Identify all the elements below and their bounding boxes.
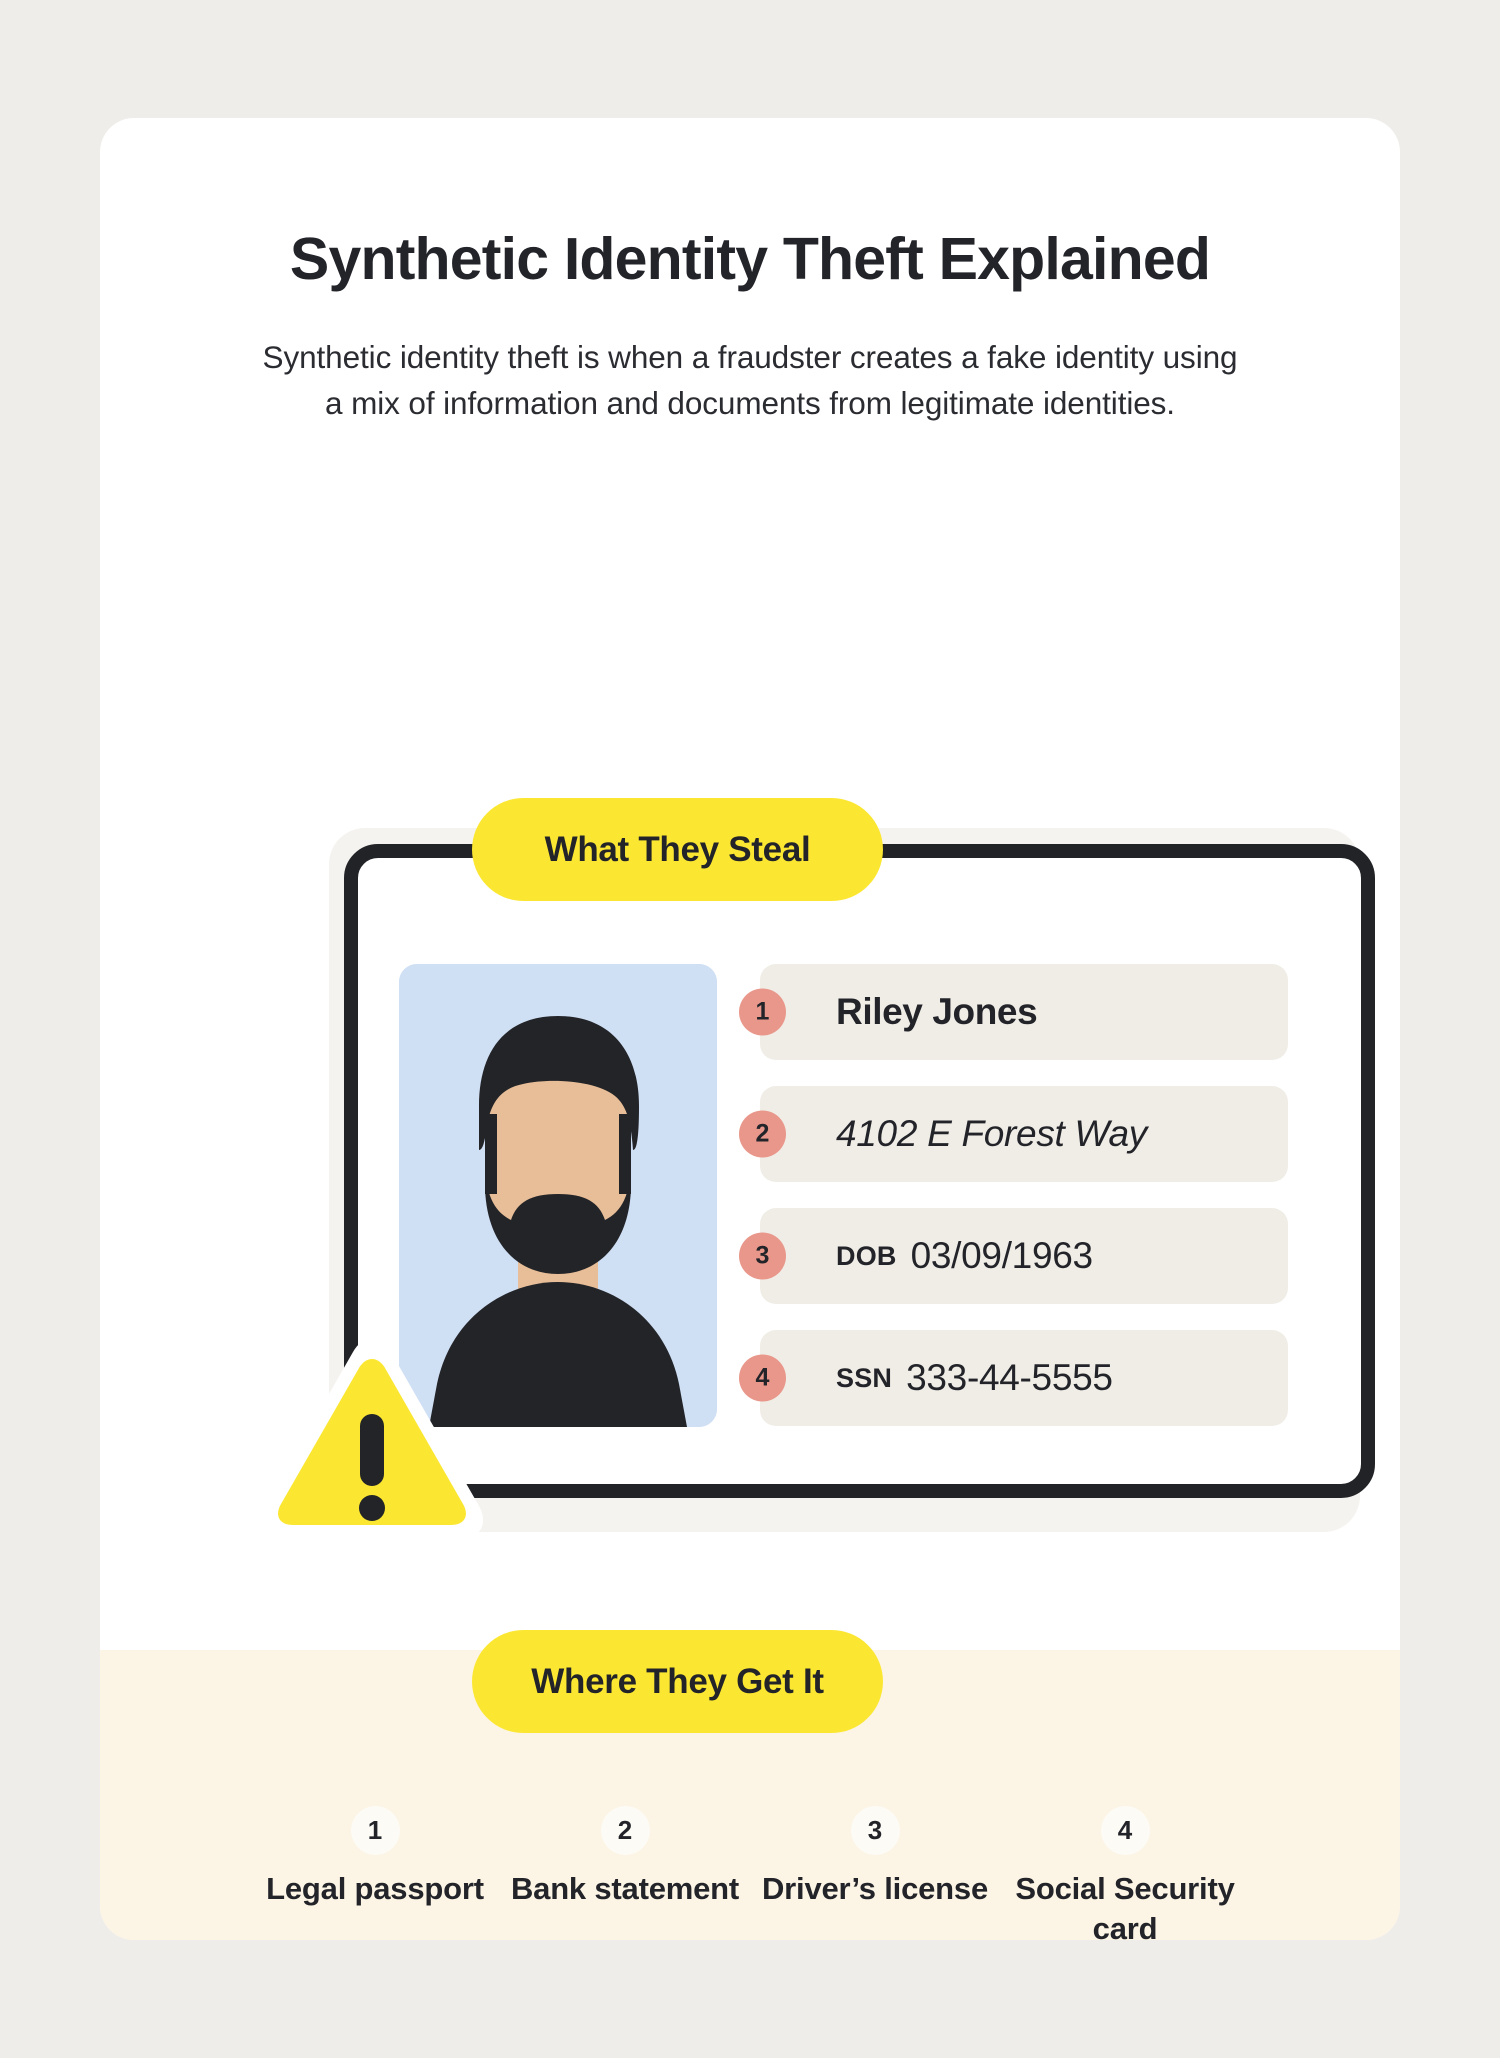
infographic-page: Synthetic Identity Theft Explained Synth… (0, 0, 1500, 2058)
warning-triangle-icon (260, 1336, 484, 1541)
list-item: 1 Legal passport (250, 1806, 500, 1940)
row-number-badge: 3 (739, 1232, 786, 1280)
source-label: Driver’s license (761, 1871, 988, 1906)
what-they-steal-badge: What They Steal (472, 798, 883, 901)
source-number-badge: 4 (1100, 1806, 1150, 1855)
content-card: Synthetic Identity Theft Explained Synth… (100, 118, 1400, 1940)
row-dob-value: 03/09/1963 (910, 1235, 1093, 1276)
row-ssn-value: 333-44-5555 (906, 1357, 1113, 1398)
row-name-value: Riley Jones (836, 991, 1038, 1032)
source-label: Legal passport (266, 1871, 484, 1906)
source-label: Social Security card (1015, 1871, 1235, 1940)
table-row: 3 DOB 03/09/1963 (739, 1208, 1288, 1304)
sources-grid: 1 Legal passport 2 Bank statement 3 Driv… (100, 1806, 1400, 1940)
table-row: 2 4102 E Forest Way (739, 1086, 1288, 1182)
source-label: Bank statement (510, 1871, 740, 1906)
list-item: 4 Social Security card (1000, 1806, 1250, 1940)
table-row: 1 Riley Jones (739, 964, 1288, 1060)
row-ssn-label: SSN (836, 1362, 893, 1393)
list-item: 3 Driver’s license (750, 1806, 1000, 1940)
header: Synthetic Identity Theft Explained Synth… (100, 226, 1400, 427)
source-number-badge: 3 (850, 1806, 900, 1855)
row-number-badge: 2 (739, 1110, 786, 1158)
where-they-get-it-badge: Where They Get It (472, 1630, 883, 1733)
source-number-badge: 1 (350, 1806, 400, 1855)
list-item: 2 Bank statement (500, 1806, 750, 1940)
page-title: Synthetic Identity Theft Explained (289, 226, 1211, 292)
row-number-badge: 4 (739, 1354, 786, 1402)
row-address-value: 4102 E Forest Way (836, 1113, 1147, 1154)
source-number-badge: 2 (600, 1806, 650, 1855)
id-data-rows: 1 Riley Jones 2 4102 E Forest Way 3 DOB … (739, 964, 1288, 1426)
page-subtitle: Synthetic identity theft is when a fraud… (262, 339, 1238, 422)
row-dob-label: DOB (836, 1240, 897, 1271)
table-row: 4 SSN 333-44-5555 (739, 1330, 1288, 1426)
row-number-badge: 1 (739, 988, 786, 1036)
